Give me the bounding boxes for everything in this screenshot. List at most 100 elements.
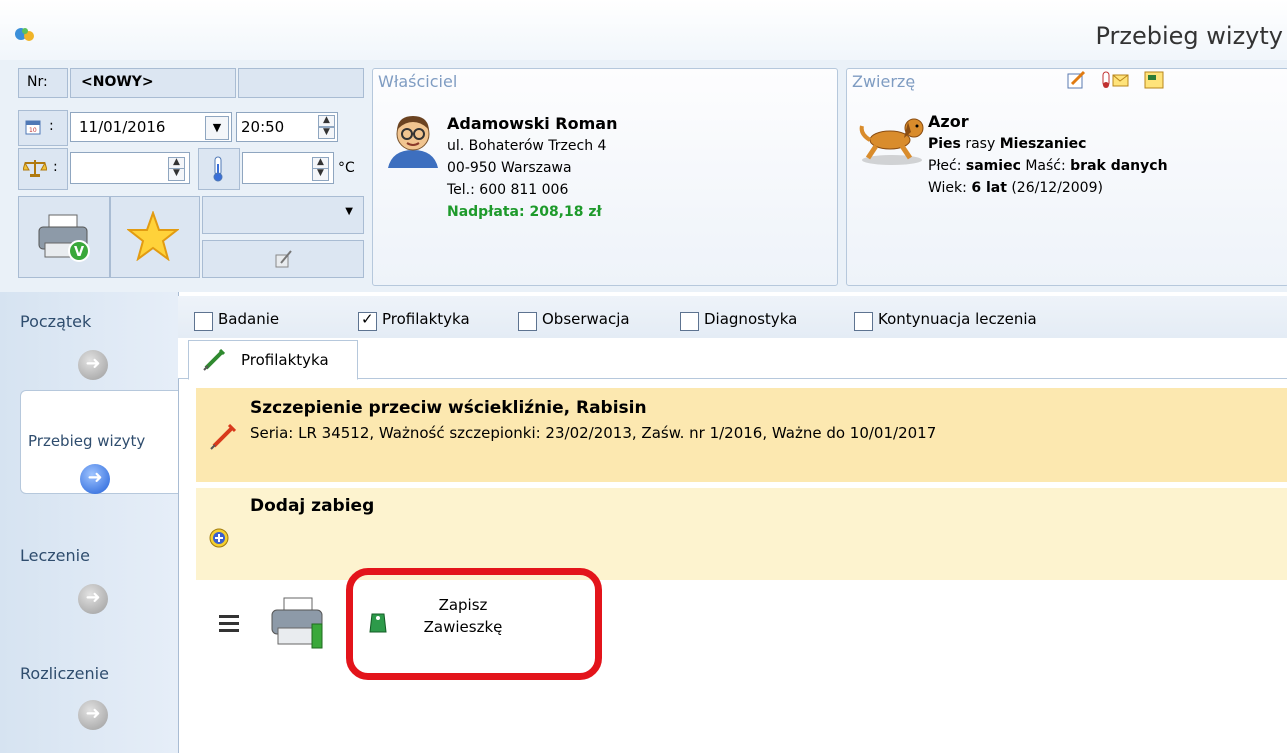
temperature-field[interactable]: ▲ ▼ — [242, 152, 334, 184]
checkbox-badanie-label[interactable]: Badanie — [218, 310, 279, 328]
syringe-icon — [210, 424, 236, 450]
checkbox-profilaktyka[interactable]: ✓ — [358, 310, 377, 331]
animal-sex-line: Płeć: samiec Maść: brak danych — [928, 158, 1168, 174]
animal-sex: samiec — [965, 158, 1021, 174]
nav-start-button[interactable]: ➜ — [78, 350, 108, 380]
add-procedure-label[interactable]: Dodaj zabieg — [250, 496, 374, 516]
checkmark-icon: ✓ — [361, 310, 374, 328]
nr-label: Nr: — [27, 74, 48, 90]
nav-label-billing[interactable]: Rozliczenie — [20, 664, 109, 683]
animal-birth-date: (26/12/2009) — [1011, 180, 1103, 196]
arrow-right-icon: ➜ — [85, 587, 101, 608]
owner-panel — [372, 68, 838, 286]
checkbox-kontynuacja-label[interactable]: Kontynuacja leczenia — [878, 310, 1037, 328]
print-label-icon[interactable] — [270, 596, 328, 650]
dog-icon — [859, 118, 924, 165]
animal-card-icon[interactable] — [1144, 70, 1164, 90]
tab-profilaktyka[interactable]: Profilaktyka — [188, 340, 358, 380]
animal-age: 6 lat — [971, 180, 1007, 196]
thermometer-icon — [213, 156, 223, 182]
edit-icon[interactable] — [1066, 70, 1086, 90]
menu-icon[interactable] — [218, 612, 240, 634]
owner-avatar-icon — [388, 116, 438, 168]
arrow-right-icon: ➜ — [87, 467, 103, 488]
date-dropdown-button[interactable]: ▼ — [205, 116, 229, 140]
weight-spin-down[interactable]: ▼ — [168, 168, 185, 181]
animal-name[interactable]: Azor — [928, 112, 969, 131]
time-spin-down[interactable]: ▼ — [318, 127, 335, 139]
visit-number: <NOWY> — [81, 74, 154, 90]
favorite-button[interactable] — [110, 196, 200, 278]
time-field[interactable]: 20:50 ▲ ▼ — [236, 112, 338, 142]
nav-label-start[interactable]: Początek — [20, 312, 91, 331]
owner-city: 00-950 Warszawa — [447, 160, 572, 176]
nav-label-treatment[interactable]: Leczenie — [20, 546, 90, 565]
animal-sex-label: Płeć: — [928, 158, 962, 174]
plus-icon[interactable] — [209, 528, 229, 548]
temperature-label-cell — [198, 148, 240, 190]
nav-label-visit[interactable]: Przebieg wizyty — [28, 432, 145, 450]
animal-age-line: Wiek: 6 lat (26/12/2009) — [928, 180, 1103, 196]
edit-attachment-button[interactable] — [202, 240, 364, 278]
checkbox-badanie[interactable] — [194, 312, 213, 331]
nr-extra-cell — [238, 68, 364, 98]
date-separator: : — [49, 118, 54, 134]
checkbox-diagnostyka-label[interactable]: Diagnostyka — [704, 310, 797, 328]
save-tag-button[interactable]: Zapisz Zawieszkę — [396, 596, 530, 636]
vaccination-details: Seria: LR 34512, Ważność szczepionki: 23… — [250, 424, 937, 442]
date-label-cell: 10 : — [18, 110, 68, 146]
owner-balance: Nadpłata: 208,18 zł — [447, 204, 602, 220]
print-button[interactable]: V — [18, 196, 110, 278]
nav-visit-button[interactable]: ➜ — [80, 464, 110, 494]
weight-separator: : — [53, 159, 58, 175]
print-icon: V — [38, 214, 90, 262]
checkbox-kontynuacja[interactable] — [854, 312, 873, 331]
animal-panel — [846, 68, 1287, 286]
weight-label-cell: : — [18, 148, 68, 190]
calendar-icon: 10 — [25, 120, 41, 135]
save-tag-label-line2: Zawieszkę — [423, 618, 503, 636]
checkbox-diagnostyka[interactable] — [680, 312, 699, 331]
owner-street: ul. Bohaterów Trzech 4 — [447, 138, 607, 154]
time-value: 20:50 — [241, 118, 285, 136]
date-value: 11/01/2016 — [79, 118, 166, 136]
svg-text:10: 10 — [29, 127, 37, 134]
vaccination-reminder-icon[interactable] — [1100, 70, 1130, 90]
document-edit-icon — [275, 250, 292, 268]
animal-color: brak danych — [1070, 158, 1168, 174]
syringe-green-icon — [203, 349, 225, 371]
checkbox-profilaktyka-label[interactable]: Profilaktyka — [382, 310, 470, 328]
weight-field[interactable]: ▲ ▼ — [70, 152, 190, 184]
star-icon — [127, 211, 179, 261]
nav-treatment-button[interactable]: ➜ — [78, 584, 108, 614]
temperature-spin-down[interactable]: ▼ — [312, 168, 329, 181]
animal-color-label: Maść: — [1025, 158, 1066, 174]
animal-breed: Mieszaniec — [999, 136, 1087, 152]
owner-phone: Tel.: 600 811 006 — [447, 182, 569, 198]
vaccination-title: Szczepienie przeciw wściekliźnie, Rabisi… — [250, 398, 647, 418]
arrow-right-icon: ➜ — [85, 703, 101, 724]
animal-species: Pies — [928, 136, 961, 152]
tab-profilaktyka-label: Profilaktyka — [241, 351, 329, 369]
visit-type-select[interactable]: ▼ — [202, 196, 364, 234]
checkbox-obserwacja[interactable] — [518, 312, 537, 331]
arrow-right-icon: ➜ — [85, 353, 101, 374]
owner-name[interactable]: Adamowski Roman — [447, 114, 617, 133]
animal-section-title: Zwierzę — [852, 72, 916, 91]
svg-text:V: V — [74, 245, 84, 260]
window-title: Przebieg wizyty — [1095, 22, 1283, 50]
nav-billing-button[interactable]: ➜ — [78, 700, 108, 730]
scale-icon — [23, 160, 47, 177]
chevron-down-icon: ▼ — [345, 206, 353, 217]
animal-breed-word: rasy — [965, 136, 996, 152]
nr-label-cell: Nr: — [18, 68, 68, 98]
checkbox-obserwacja-label[interactable]: Obserwacja — [542, 310, 630, 328]
temperature-unit: °C — [338, 160, 355, 176]
title-bar — [0, 0, 1287, 60]
save-tag-label-line1: Zapisz — [438, 596, 488, 614]
time-spin-up[interactable]: ▲ — [318, 115, 335, 127]
date-field[interactable]: 11/01/2016 ▼ — [70, 112, 232, 142]
owner-section-title: Właściciel — [378, 72, 458, 91]
animal-age-label: Wiek: — [928, 180, 967, 196]
animal-breed-line: Pies rasy Mieszaniec — [928, 136, 1086, 152]
